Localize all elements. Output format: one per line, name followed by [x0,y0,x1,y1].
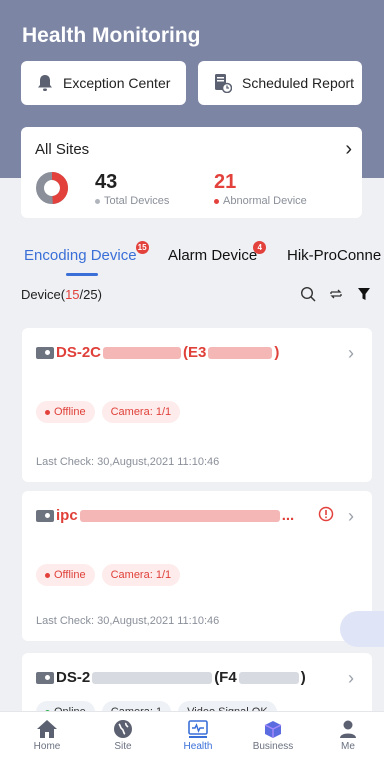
device-filter-bar: Device(15/25) [0,276,384,314]
status-dot-icon [45,409,50,415]
total-devices-stat: 43 Total Devices [95,171,169,207]
chevron-right-icon[interactable]: › [348,343,354,364]
nav-health-label: Health [183,741,213,752]
device-name-mid: (F4 [214,669,237,686]
device-ratio-donut [36,172,68,204]
nav-site-label: Site [114,741,132,752]
last-check-time: Last Check: 30,August,2021 11:10:46 [36,456,220,468]
device-count-abnormal: 15 [65,287,80,302]
refresh-icon[interactable] [328,286,344,307]
device-icon [36,671,54,684]
chevron-right-icon[interactable]: › [345,138,352,161]
device-icon [36,346,54,359]
device-card[interactable]: DS-2C (E3 ) › Offline Camera: 1/1 Last C… [22,328,372,482]
business-icon [243,717,303,741]
filter-icon[interactable] [357,286,371,307]
device-name-mid: (E3 [183,344,207,361]
device-type-tabs: Encoding Device 15 Alarm Device 4 Hik-Pr… [0,232,384,276]
device-count-total: /25) [79,287,102,302]
abnormal-devices-label: Abnormal Device [223,195,307,207]
nav-home[interactable]: Home [17,717,77,752]
nav-me[interactable]: Me [318,717,378,752]
tab-alarm-device-label: Alarm Device [168,247,258,264]
tab-badge: 4 [253,241,267,254]
device-card[interactable]: ipc ... › Offline Camera: 1/1 Last Check… [22,491,372,641]
home-icon [17,717,77,741]
floating-assist-button[interactable] [340,611,384,647]
device-name-start: DS-2C [56,344,102,361]
bottom-navigation: Home Site Health Business Me [0,711,384,763]
total-dot-icon [95,198,100,204]
device-name-start: ipc [56,507,78,524]
device-name-end: ) [300,669,306,686]
scheduled-report-button[interactable]: Scheduled Report [198,61,362,105]
last-check-time: Last Check: 30,August,2021 11:10:46 [36,615,220,627]
device-name: ipc ... [36,507,294,524]
tab-encoding-device-label: Encoding Device [24,247,137,264]
globe-icon [93,717,153,741]
scheduled-report-label: Scheduled Report [242,75,355,91]
sites-title: All Sites [35,141,90,158]
chevron-right-icon[interactable]: › [348,506,354,527]
status-label: Offline [54,569,86,581]
device-name-end: ) [274,344,280,361]
health-icon [168,717,228,741]
masked-text [79,509,280,522]
device-icon [36,509,54,522]
status-badge: Offline [36,401,95,423]
abnormal-devices-stat: 21 Abnormal Device [214,171,307,207]
nav-site[interactable]: Site [93,717,153,752]
camera-badge: Camera: 1/1 [101,401,181,423]
abnormal-dot-icon [214,198,219,204]
chevron-right-icon[interactable]: › [348,668,354,689]
user-icon [318,717,378,741]
masked-text [208,346,273,359]
camera-badge: Camera: 1/1 [101,564,181,586]
nav-business-label: Business [252,741,294,752]
status-badge: Offline [36,564,95,586]
total-devices-count: 43 [95,171,118,193]
tab-hik-proconnect[interactable]: Hik-ProConne [287,247,381,264]
nav-business[interactable]: Business [243,717,303,752]
device-count: Device(15/25) [21,287,102,302]
status-label: Offline [54,406,86,418]
nav-health[interactable]: Health [168,717,228,752]
nav-home-label: Home [33,741,61,752]
nav-me-label: Me [341,741,355,752]
tab-encoding-device[interactable]: Encoding Device 15 [24,241,149,264]
tab-alarm-device[interactable]: Alarm Device 4 [168,241,267,264]
masked-text [92,671,213,684]
warning-icon[interactable] [318,506,334,527]
tab-badge: 15 [135,241,149,254]
device-name: DS-2 (F4 ) [36,669,306,686]
device-name-start: DS-2 [56,669,91,686]
status-tags: Offline Camera: 1/1 [36,564,181,586]
report-icon [214,73,232,93]
exception-center-button[interactable]: Exception Center [21,61,186,105]
all-sites-card[interactable]: All Sites › 43 Total Devices 21 Abnormal… [21,127,362,218]
search-icon[interactable] [300,286,316,307]
device-count-prefix: Device( [21,287,66,302]
masked-text [238,671,299,684]
exception-center-label: Exception Center [63,75,171,91]
device-name-end: ... [281,507,295,524]
page-title: Health Monitoring [22,24,201,47]
total-devices-label: Total Devices [104,195,170,207]
status-dot-icon [45,572,50,578]
abnormal-devices-count: 21 [214,171,237,193]
bell-icon [37,74,53,92]
status-tags: Offline Camera: 1/1 [36,401,181,423]
masked-text [103,346,182,359]
tab-hik-proconnect-label: Hik-ProConne [287,247,382,264]
device-name: DS-2C (E3 ) [36,344,279,361]
